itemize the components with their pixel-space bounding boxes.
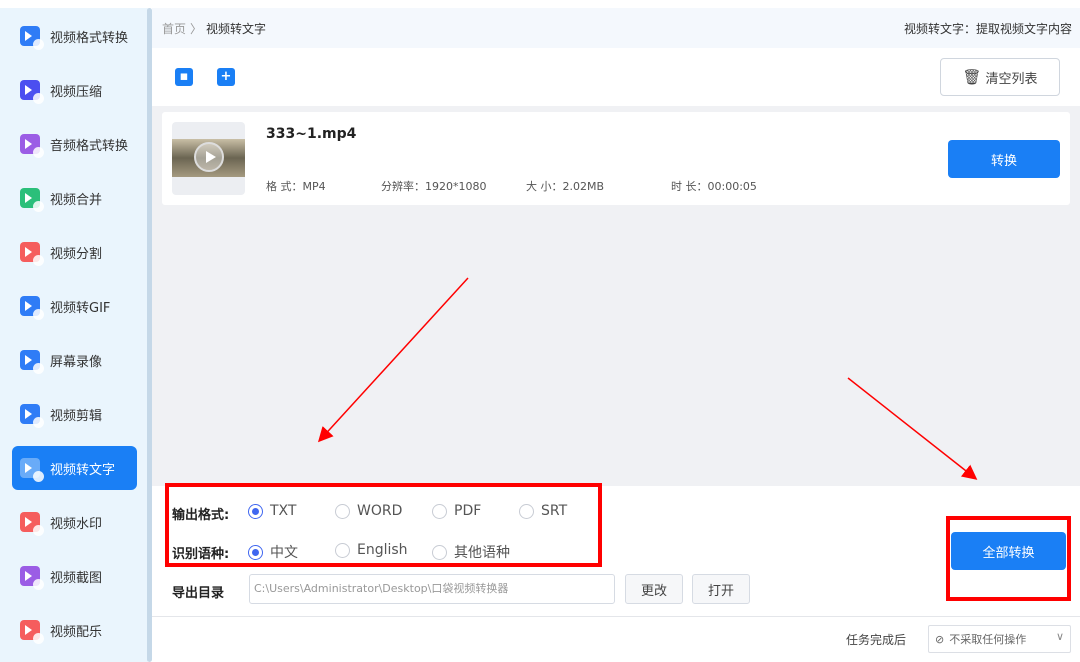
sidebar-item-icon <box>20 458 44 482</box>
radio-format-srt[interactable]: SRT <box>519 503 567 519</box>
sidebar-item[interactable]: 音频格式转换 <box>12 122 137 166</box>
breadcrumb-bar: 首页〉视频转文字 视频转文字：提取视频文字内容 <box>152 8 1080 48</box>
add-video-icon[interactable]: ▪ <box>175 68 193 86</box>
radio-lang-other[interactable]: 其他语种 <box>432 542 510 562</box>
change-dir-button[interactable]: 更改 <box>625 574 683 604</box>
sidebar-item-icon <box>20 404 44 428</box>
after-task-value: 不采取任何操作 <box>949 633 1027 646</box>
breadcrumb-separator: 〉 <box>190 21 203 36</box>
sidebar-item-label: 屏幕录像 <box>50 354 103 370</box>
file-row[interactable]: 333~1.mp4 格 式：MP4 分辨率：1920*1080 大 小：2.02… <box>162 112 1070 205</box>
add-folder-icon[interactable]: + <box>217 68 235 86</box>
sidebar-item-label: 视频转文字 <box>50 462 116 478</box>
sidebar-item[interactable]: 视频截图 <box>12 554 137 598</box>
file-name: 333~1.mp4 <box>266 126 357 142</box>
clear-list-label: 清空列表 <box>985 71 1038 87</box>
export-dir-label: 导出目录 <box>172 586 225 601</box>
no-action-icon: ⊘ <box>935 632 945 646</box>
file-duration: 时 长：00:00:05 <box>671 180 757 193</box>
video-thumbnail[interactable] <box>172 122 245 195</box>
sidebar-item-icon <box>20 296 44 320</box>
sidebar-item[interactable]: 视频压缩 <box>12 68 137 112</box>
file-resolution: 分辨率：1920*1080 <box>381 180 487 193</box>
sidebar-item[interactable]: 视频配乐 <box>12 608 137 652</box>
sidebar-item-icon <box>20 566 44 590</box>
sidebar-item-icon <box>20 512 44 536</box>
sidebar-item[interactable]: 视频剪辑 <box>12 392 137 436</box>
file-size: 大 小：2.02MB <box>526 180 605 193</box>
settings-panel: 输出格式: TXT WORD PDF SRT 识别语种: 中文 English … <box>152 486 1080 616</box>
sidebar-item-label: 音频格式转换 <box>50 138 129 154</box>
output-format-label: 输出格式: <box>172 508 230 523</box>
open-dir-button[interactable]: 打开 <box>692 574 750 604</box>
sidebar-item-label: 视频转GIF <box>50 300 111 316</box>
sidebar-item-label: 视频合并 <box>50 192 103 208</box>
breadcrumb-current: 视频转文字 <box>206 21 267 36</box>
sidebar-item-label: 视频配乐 <box>50 624 103 640</box>
toolbar: ▪ + 🗑 清空列表 <box>152 48 1080 106</box>
sidebar-item-label: 视频截图 <box>50 570 103 586</box>
convert-button[interactable]: 转换 <box>948 140 1060 178</box>
sidebar-item[interactable]: 视频水印 <box>12 500 137 544</box>
radio-format-pdf[interactable]: PDF <box>432 503 481 519</box>
sidebar-item-icon <box>20 350 44 374</box>
sidebar: 视频格式转换 视频压缩音频格式转换 视频合并视频分割视频转GIF 屏幕录像视频剪辑视频… <box>0 8 148 662</box>
sidebar-item-icon <box>20 134 44 158</box>
sidebar-item-icon <box>20 26 44 50</box>
sidebar-item-icon <box>20 80 44 104</box>
sidebar-item-label: 视频压缩 <box>50 84 103 100</box>
sidebar-item[interactable]: 屏幕录像 <box>12 338 137 382</box>
convert-all-button[interactable]: 全部转换 <box>951 532 1066 570</box>
radio-format-word[interactable]: WORD <box>335 503 402 519</box>
page-description: 视频转文字：提取视频文字内容 <box>903 21 1072 36</box>
sidebar-item-label: 视频水印 <box>50 516 103 532</box>
export-dir-input[interactable]: C:\Users\Administrator\Desktop\口袋视频转换器 <box>249 574 615 604</box>
sidebar-item[interactable]: 视频格式转换 <box>12 14 137 58</box>
radio-format-txt[interactable]: TXT <box>248 503 296 519</box>
sidebar-item[interactable]: 视频转文字 <box>12 446 137 490</box>
sidebar-item[interactable]: 视频分割 <box>12 230 137 274</box>
sidebar-item-icon <box>20 620 44 644</box>
file-list: 333~1.mp4 格 式：MP4 分辨率：1920*1080 大 小：2.02… <box>152 106 1080 486</box>
breadcrumb-home[interactable]: 首页 <box>162 22 186 36</box>
trash-icon: 🗑 <box>962 68 982 86</box>
sidebar-item[interactable]: 视频合并 <box>12 176 137 220</box>
sidebar-item-icon <box>20 188 44 212</box>
radio-lang-chinese[interactable]: 中文 <box>248 542 298 562</box>
sidebar-item-icon <box>20 242 44 266</box>
breadcrumb: 首页〉视频转文字 <box>162 20 266 37</box>
clear-list-button[interactable]: 🗑 清空列表 <box>940 58 1060 96</box>
language-label: 识别语种: <box>172 547 230 562</box>
play-icon[interactable] <box>194 142 224 172</box>
after-task-select[interactable]: ⊘ 不采取任何操作 ∨ <box>928 625 1071 653</box>
sidebar-item-label: 视频分割 <box>50 246 103 262</box>
footer: 任务完成后 ⊘ 不采取任何操作 ∨ <box>152 616 1080 662</box>
chevron-down-icon: ∨ <box>1055 630 1064 643</box>
after-task-label: 任务完成后 <box>846 633 907 647</box>
file-format: 格 式：MP4 <box>266 180 326 193</box>
sidebar-item-label: 视频剪辑 <box>50 408 103 424</box>
radio-lang-english[interactable]: English <box>335 542 408 558</box>
sidebar-item[interactable]: 视频转GIF <box>12 284 137 328</box>
sidebar-item-label: 视频格式转换 <box>50 30 129 46</box>
